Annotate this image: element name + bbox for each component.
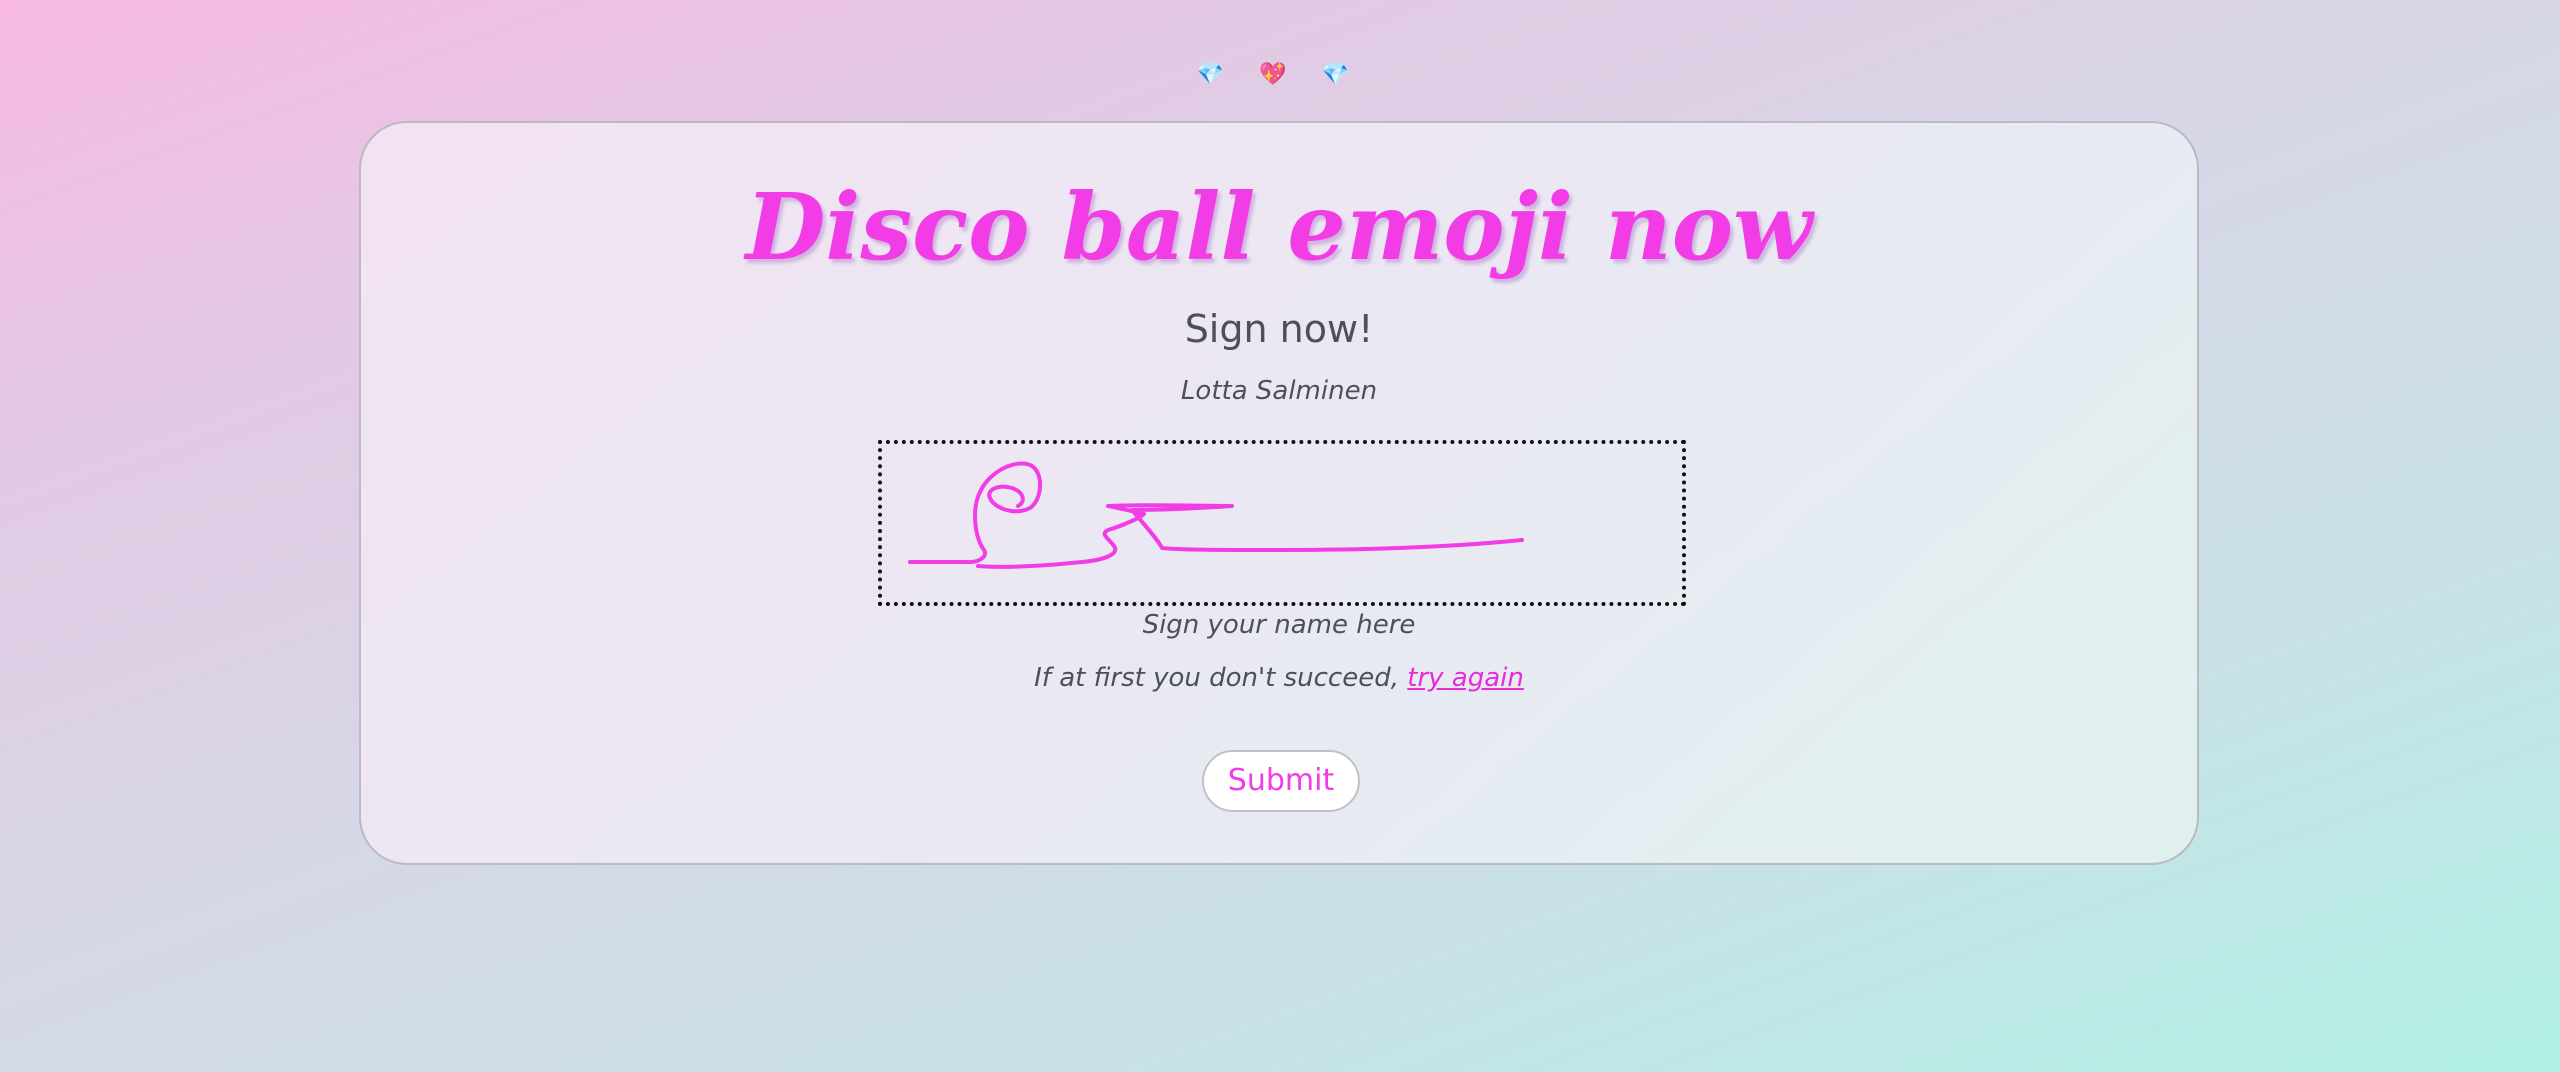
signature-hint: Sign your name here: [1142, 610, 1416, 640]
gem-icon: 💎: [1196, 62, 1239, 87]
try-again-link[interactable]: try again: [1407, 663, 1524, 693]
page-title: Disco ball emoji now: [745, 173, 1813, 281]
gem-icon: 💎: [1321, 62, 1364, 87]
signature-card: Disco ball emoji now Sign now! Lotta Sal…: [359, 121, 2199, 865]
signature-stroke: [908, 461, 1042, 564]
retry-line: If at first you don't succeed, try again: [361, 661, 2197, 695]
sparkling-heart-icon: 💖: [1259, 62, 1301, 87]
submit-button[interactable]: Submit: [1202, 750, 1360, 812]
signature-stroke: [976, 503, 1524, 569]
signer-name: Lotta Salminen: [1180, 376, 1378, 406]
sign-now-heading: Sign now!: [1184, 307, 1374, 351]
signature-drawing: [908, 461, 1524, 569]
decorative-emoji-row: 💎 💖 💎: [0, 62, 2560, 88]
retry-text: If at first you don't succeed,: [1034, 663, 1399, 693]
signature-pad[interactable]: [878, 440, 1686, 606]
